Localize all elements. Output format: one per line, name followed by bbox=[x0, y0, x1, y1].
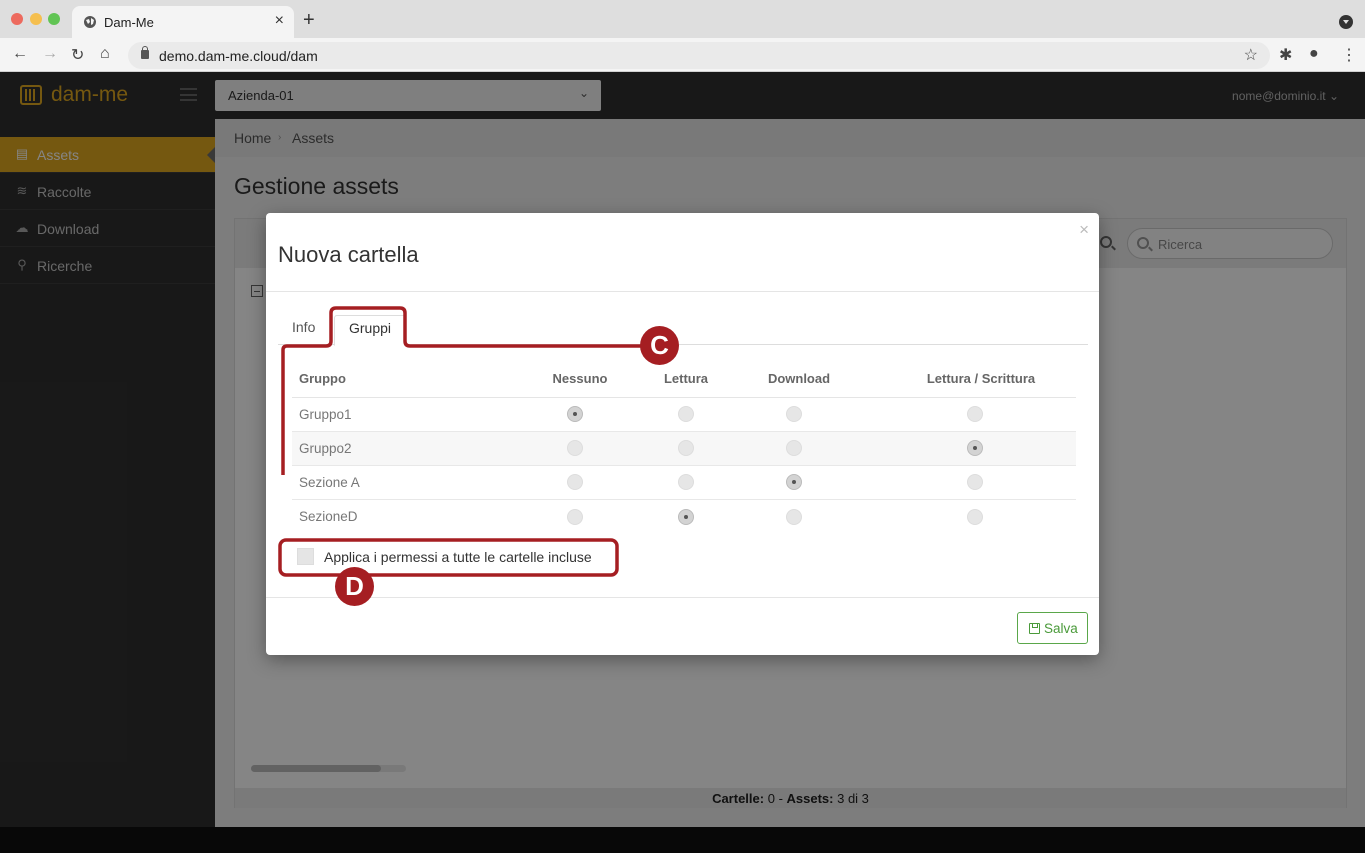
radio-lettura[interactable] bbox=[678, 508, 694, 525]
address-bar[interactable]: demo.dam-me.cloud/dam ☆ bbox=[128, 42, 1270, 69]
table-row: SezioneD bbox=[292, 499, 1076, 533]
radio-download[interactable] bbox=[785, 440, 802, 457]
group-name: Gruppo2 bbox=[292, 431, 500, 466]
radio-nessuno[interactable] bbox=[566, 474, 583, 491]
radio-download[interactable] bbox=[785, 508, 802, 525]
column-header: Download bbox=[712, 361, 886, 398]
radio-lettura[interactable] bbox=[678, 474, 694, 491]
column-header: Lettura bbox=[660, 361, 712, 398]
radio-nessuno[interactable] bbox=[566, 440, 583, 457]
column-header: Nessuno bbox=[500, 361, 660, 398]
radio-download[interactable] bbox=[785, 406, 802, 423]
permissions-table: Gruppo Nessuno Lettura Download Lettura … bbox=[292, 361, 1076, 533]
table-row: Gruppo2 bbox=[292, 431, 1076, 466]
radio-lettura-scrittura[interactable] bbox=[967, 406, 983, 423]
annotation-badge-d: D bbox=[335, 567, 374, 606]
new-folder-modal: × Nuova cartella Info Gruppi Gruppo Ness… bbox=[266, 213, 1099, 655]
radio-lettura-scrittura[interactable] bbox=[967, 440, 983, 457]
radio-lettura-scrittura[interactable] bbox=[967, 474, 983, 491]
modal-tabs: Info Gruppi bbox=[278, 315, 1088, 346]
new-tab-button[interactable]: + bbox=[303, 9, 315, 32]
tab-gruppi[interactable]: Gruppi bbox=[334, 315, 407, 346]
save-button-label: Salva bbox=[1044, 621, 1078, 636]
save-icon bbox=[1029, 623, 1040, 634]
apply-recursive-checkbox[interactable] bbox=[297, 548, 314, 565]
group-name: Gruppo1 bbox=[292, 397, 500, 432]
globe-icon bbox=[84, 16, 96, 28]
radio-nessuno[interactable] bbox=[566, 406, 583, 423]
radio-lettura-scrittura[interactable] bbox=[967, 508, 983, 525]
save-button[interactable]: Salva bbox=[1017, 612, 1088, 644]
close-window-button[interactable] bbox=[11, 13, 23, 25]
table-row: Gruppo1 bbox=[292, 397, 1076, 432]
tab-info[interactable]: Info bbox=[278, 315, 329, 345]
reload-icon[interactable]: ↻ bbox=[71, 45, 84, 65]
divider bbox=[266, 597, 1099, 598]
extensions-icon[interactable]: ✱ bbox=[1279, 45, 1292, 65]
bookmark-star-icon[interactable]: ☆ bbox=[1244, 45, 1258, 65]
profile-icon[interactable]: ● bbox=[1309, 45, 1319, 63]
tab-close-icon[interactable]: × bbox=[275, 12, 284, 30]
lock-icon bbox=[141, 46, 149, 59]
browser-menu-icon[interactable]: ⋮ bbox=[1341, 45, 1357, 65]
apply-recursive-label: Applica i permessi a tutte le cartelle i… bbox=[324, 549, 592, 565]
tab-title: Dam-Me bbox=[104, 15, 154, 30]
minimize-window-button[interactable] bbox=[30, 13, 42, 25]
table-row: Sezione A bbox=[292, 465, 1076, 500]
url-text: demo.dam-me.cloud/dam bbox=[159, 48, 318, 64]
close-icon[interactable]: × bbox=[1079, 220, 1089, 240]
maximize-window-button[interactable] bbox=[48, 13, 60, 25]
tab-search-icon[interactable] bbox=[1339, 15, 1353, 29]
divider bbox=[266, 291, 1099, 292]
column-header: Gruppo bbox=[292, 361, 500, 398]
browser-tabbar: Dam-Me × + bbox=[0, 0, 1365, 38]
table-header-row: Gruppo Nessuno Lettura Download Lettura … bbox=[292, 361, 1076, 398]
radio-lettura[interactable] bbox=[678, 406, 694, 423]
radio-lettura[interactable] bbox=[678, 440, 694, 457]
back-icon[interactable]: ← bbox=[12, 45, 28, 63]
radio-download[interactable] bbox=[785, 474, 802, 491]
forward-icon[interactable]: → bbox=[42, 45, 58, 63]
browser-tab[interactable]: Dam-Me × bbox=[72, 6, 294, 38]
home-icon[interactable]: ⌂ bbox=[100, 45, 110, 63]
browser-toolbar: ← → ↻ ⌂ demo.dam-me.cloud/dam ☆ ✱ ● ⋮ bbox=[0, 38, 1365, 72]
column-header: Lettura / Scrittura bbox=[886, 361, 1076, 398]
radio-nessuno[interactable] bbox=[566, 508, 583, 525]
group-name: Sezione A bbox=[292, 465, 500, 500]
group-name: SezioneD bbox=[299, 508, 358, 524]
annotation-badge-c: C bbox=[640, 326, 679, 365]
modal-title: Nuova cartella bbox=[278, 242, 419, 267]
